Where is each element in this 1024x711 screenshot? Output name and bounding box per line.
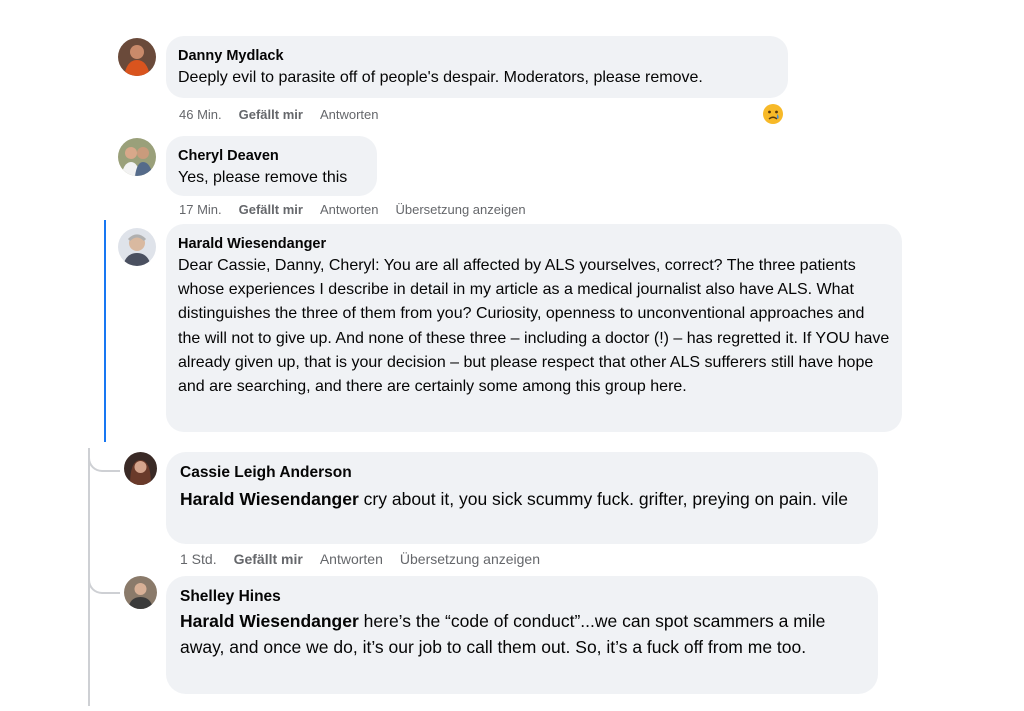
comment-timestamp[interactable]: 17 Min. bbox=[179, 202, 222, 217]
comment-bubble: Cheryl Deaven Yes, please remove this bbox=[166, 136, 377, 196]
avatar[interactable] bbox=[124, 576, 157, 609]
reply-button[interactable]: Antworten bbox=[320, 551, 383, 567]
comment-body: cry about it, you sick scummy fuck. grif… bbox=[358, 489, 849, 509]
reply-button[interactable]: Antworten bbox=[320, 107, 379, 122]
like-button[interactable]: Gefällt mir bbox=[234, 551, 303, 567]
comment-actions: 1 Std. Gefällt mir Antworten Übersetzung an… bbox=[180, 551, 557, 567]
sad-reaction-icon[interactable] bbox=[762, 103, 784, 125]
comment-author[interactable]: Cheryl Deaven bbox=[178, 147, 365, 166]
avatar-photo bbox=[118, 138, 156, 176]
comment-author[interactable]: Cassie Leigh Anderson bbox=[180, 463, 864, 482]
comment-bubble: Harald Wiesendanger Dear Cassie, Danny, … bbox=[166, 224, 902, 432]
comment-timestamp[interactable]: 46 Min. bbox=[179, 107, 222, 122]
comment-text: Dear Cassie, Danny, Cheryl: You are all … bbox=[178, 257, 890, 396]
comment-author[interactable]: Danny Mydlack bbox=[178, 47, 776, 66]
avatar-photo bbox=[124, 452, 157, 485]
comment-bubble: Cassie Leigh Anderson Harald Wiesendange… bbox=[166, 452, 878, 544]
thread-accent-line bbox=[104, 220, 106, 444]
avatar[interactable] bbox=[124, 452, 157, 485]
reply-button[interactable]: Antworten bbox=[320, 202, 379, 217]
screenshot-seam bbox=[0, 442, 1024, 448]
comment-bubble: Shelley Hines Harald Wiesendanger here’s… bbox=[166, 576, 878, 694]
comment-actions: 17 Min. Gefällt mir Antworten Übersetzung a… bbox=[179, 202, 543, 217]
avatar-photo bbox=[118, 38, 156, 76]
comment-bubble: Danny Mydlack Deeply evil to parasite of… bbox=[166, 36, 788, 98]
mention-link[interactable]: Harald Wiesendanger bbox=[180, 489, 359, 509]
like-button[interactable]: Gefällt mir bbox=[239, 202, 303, 217]
translate-button[interactable]: Übersetzung anzeigen bbox=[395, 202, 525, 217]
avatar[interactable] bbox=[118, 138, 156, 176]
translate-button[interactable]: Übersetzung anzeigen bbox=[400, 551, 540, 567]
thread-branch bbox=[88, 448, 120, 472]
avatar-photo bbox=[118, 228, 156, 266]
comment-text: Deeply evil to parasite off of people's … bbox=[178, 69, 703, 86]
comment-text: Yes, please remove this bbox=[178, 169, 348, 186]
comment-author[interactable]: Shelley Hines bbox=[180, 587, 864, 606]
comment-text: Harald Wiesendanger cry about it, you si… bbox=[180, 486, 864, 512]
thread-branch bbox=[88, 570, 120, 594]
comment-actions: 46 Min. Gefällt mir Antworten bbox=[179, 107, 395, 122]
mention-link[interactable]: Harald Wiesendanger bbox=[180, 611, 359, 631]
comment-author[interactable]: Harald Wiesendanger bbox=[178, 235, 890, 254]
avatar-photo bbox=[124, 576, 157, 609]
avatar[interactable] bbox=[118, 38, 156, 76]
comment-timestamp[interactable]: 1 Std. bbox=[180, 551, 217, 567]
comment-text: Harald Wiesendanger here’s the “code of … bbox=[180, 608, 864, 660]
avatar[interactable] bbox=[118, 228, 156, 266]
like-button[interactable]: Gefällt mir bbox=[239, 107, 303, 122]
